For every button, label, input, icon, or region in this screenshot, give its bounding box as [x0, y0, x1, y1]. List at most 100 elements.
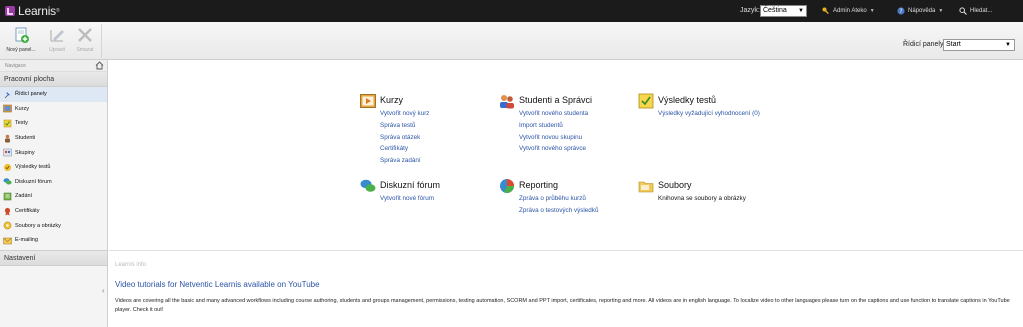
- delete-button[interactable]: Smazat: [70, 26, 100, 53]
- sidebar-item-label: Řídicí panely: [15, 91, 47, 98]
- card-reporting-title: Reporting: [519, 180, 559, 190]
- link-manage-tests[interactable]: Správa testů: [380, 122, 429, 134]
- link-manage-assignments[interactable]: Správa zadání: [380, 157, 429, 169]
- new-panel-button[interactable]: Nový panel...: [6, 26, 36, 53]
- navigation-header-label: Navigace: [5, 63, 26, 69]
- logo[interactable]: Learnis ®: [4, 4, 60, 18]
- sidebar-item-forum[interactable]: Diskuzní fórum: [0, 175, 107, 190]
- sidebar-item-groups[interactable]: Skupiny: [0, 145, 107, 160]
- sidebar-item-label: Zadání: [15, 193, 33, 200]
- delete-label: Smazat: [76, 47, 94, 53]
- assignment-icon: [3, 192, 12, 201]
- logo-text: Learnis: [18, 4, 56, 18]
- language-select[interactable]: Čeština ▼: [760, 5, 807, 17]
- folder-icon: [638, 181, 654, 193]
- toolbar-divider: [101, 24, 102, 58]
- link-manage-questions[interactable]: Správa otázek: [380, 134, 429, 146]
- edit-label: Upravit: [49, 47, 65, 53]
- link-course-progress-report[interactable]: Zpráva o průběhu kurzů: [519, 195, 598, 207]
- logo-registered-mark: ®: [55, 8, 60, 14]
- search-button[interactable]: Hledat...: [959, 7, 992, 15]
- info-title-link[interactable]: Video tutorials for Netventic Learnis av…: [115, 280, 320, 289]
- dashboard-select-value: Start: [946, 41, 961, 48]
- info-panel: Learnis info Video tutorials for Netvent…: [109, 250, 1023, 327]
- home-icon[interactable]: [95, 61, 104, 70]
- link-certificates[interactable]: Certifikáty: [380, 145, 429, 157]
- help-menu[interactable]: ? Nápověda ▼: [897, 7, 943, 15]
- files-icon: [3, 221, 12, 230]
- sidebar-item-assignments[interactable]: Zadání: [0, 189, 107, 204]
- email-icon: [3, 237, 12, 244]
- groups-icon: [3, 148, 12, 157]
- results-icon: [3, 163, 12, 171]
- caret-down-icon: ▼: [938, 8, 944, 14]
- sidebar-item-label: Soubory a obrázky: [15, 222, 61, 229]
- results-icon: [638, 93, 654, 109]
- link-test-results-report[interactable]: Zpráva o testových výsledků: [519, 207, 598, 219]
- students-icon: [5, 134, 10, 143]
- svg-text:?: ?: [899, 8, 902, 15]
- sidebar-item-files[interactable]: Soubory a obrázky: [0, 218, 107, 233]
- card-courses-title: Kurzy: [380, 95, 404, 105]
- search-icon: [959, 7, 967, 15]
- link-import-students[interactable]: Import studentů: [519, 122, 588, 134]
- link-create-forum[interactable]: Vytvořit nové fórum: [380, 195, 434, 207]
- help-label: Nápověda: [908, 8, 936, 14]
- sidebar-item-label: Testy: [15, 120, 28, 127]
- course-icon: [3, 105, 12, 113]
- reporting-icon: [500, 179, 514, 193]
- card-test-results-title: Výsledky testů: [658, 95, 717, 105]
- new-panel-label: Nový panel...: [6, 47, 36, 53]
- user-name: Admin Ateko: [833, 8, 867, 14]
- link-create-group[interactable]: Vytvořit novou skupinu: [519, 134, 588, 146]
- forum-icon: [3, 178, 12, 185]
- link-results-to-evaluate[interactable]: Výsledky vyžadující vyhodnocení (0): [658, 110, 760, 122]
- logo-icon: [5, 6, 15, 16]
- chevron-down-icon: ▼: [1005, 42, 1011, 48]
- link-create-admin[interactable]: Vytvořit nového správce: [519, 145, 588, 157]
- chevron-down-icon: ▼: [798, 8, 804, 14]
- edit-button[interactable]: Upravit: [42, 26, 72, 53]
- card-forum-title: Diskuzní fórum: [380, 180, 441, 190]
- sidebar-item-emailing[interactable]: E-mailing: [0, 233, 107, 248]
- workspace-section[interactable]: Pracovní plocha: [0, 72, 107, 87]
- caret-down-icon: ▼: [869, 8, 875, 14]
- settings-section[interactable]: Nastavení: [0, 249, 107, 266]
- test-icon: [3, 119, 12, 128]
- certificate-icon: [4, 207, 11, 216]
- sidebar-item-label: Studenti: [15, 135, 36, 142]
- files-library-text: Knihovna se soubory a obrázky: [658, 195, 746, 202]
- sidebar-item-students[interactable]: Studenti: [0, 131, 107, 146]
- sidebar-item-label: Certifikáty: [15, 208, 40, 215]
- sidebar-item-label: Skupiny: [15, 149, 35, 156]
- dashboard-select-label: Řídicí panely: [903, 41, 944, 48]
- info-body: Videos are covering all the basic and ma…: [115, 298, 1010, 313]
- students-icon: [500, 95, 514, 109]
- card-files-title: Soubory: [658, 180, 692, 190]
- sidebar-item-label: Diskuzní fórum: [15, 178, 52, 185]
- settings-section-label: Nastavení: [4, 254, 36, 262]
- toolbar: Nový panel... Upravit Smazat Řídicí pane…: [0, 22, 1023, 60]
- close-icon: [78, 28, 92, 42]
- forum-icon: [360, 179, 376, 192]
- navigation-header: Navigace: [0, 60, 107, 72]
- sidebar-item-test-results[interactable]: Výsledky testů: [0, 160, 107, 175]
- dashboard-select[interactable]: Start ▼: [943, 39, 1015, 51]
- workspace-section-label: Pracovní plocha: [4, 76, 55, 83]
- sidebar-item-courses[interactable]: Kurzy: [0, 102, 107, 117]
- info-label: Learnis info: [115, 262, 147, 268]
- language-value: Čeština: [763, 7, 787, 14]
- link-create-student[interactable]: Vytvořit nového studenta: [519, 110, 588, 122]
- sidebar-item-label: Kurzy: [15, 105, 30, 112]
- collapse-sidebar-icon[interactable]: ‹: [102, 286, 108, 296]
- user-menu[interactable]: Admin Ateko ▼: [822, 7, 875, 15]
- sidebar-item-label: E-mailing: [15, 237, 38, 244]
- edit-icon: [50, 30, 64, 42]
- language-label: Jazyk:: [740, 7, 760, 14]
- sidebar-item-dashboards[interactable]: Řídicí panely: [0, 87, 107, 102]
- link-create-course[interactable]: Vytvořit nový kurz: [380, 110, 429, 122]
- sidebar-item-certificates[interactable]: Certifikáty: [0, 204, 107, 219]
- top-bar: Learnis ® Jazyk: Čeština ▼ Admin Ateko ▼ …: [0, 0, 1023, 22]
- pin-icon: [4, 91, 10, 99]
- sidebar-item-tests[interactable]: Testy: [0, 116, 107, 131]
